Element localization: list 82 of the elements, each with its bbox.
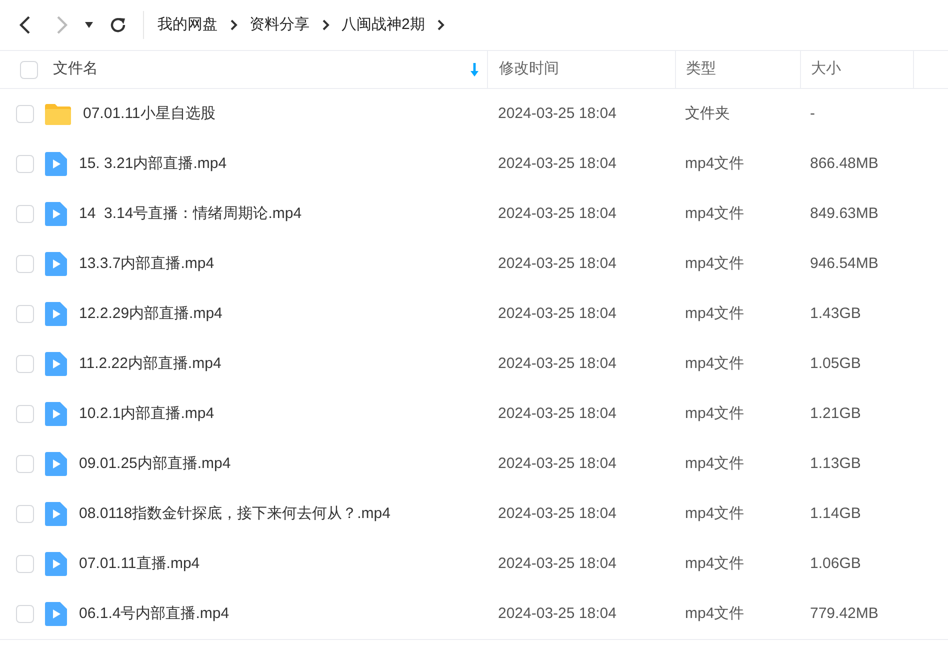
file-name[interactable]: 10.2.1内部直播.mp4 <box>79 402 214 426</box>
video-file-icon <box>45 552 67 576</box>
video-file-icon <box>45 352 67 376</box>
sort-arrow-icon[interactable] <box>470 62 479 76</box>
checkbox[interactable] <box>16 405 34 423</box>
video-file-icon <box>45 252 67 276</box>
table-cell-text: 1.06GB <box>809 554 862 574</box>
table-cell-text: 849.63MB <box>809 204 880 224</box>
checkbox[interactable] <box>20 60 38 78</box>
column-header[interactable]: 类型 <box>686 58 716 81</box>
file-name[interactable]: 15. 3.21内部直播.mp4 <box>79 152 227 176</box>
table-cell-text: mp4文件 <box>684 604 746 624</box>
file-name[interactable]: 06.1.4号内部直播.mp4 <box>79 602 230 626</box>
checkbox[interactable] <box>16 105 34 123</box>
table-cell-text: 2024-03-25 18:04 <box>497 154 618 174</box>
table-cell-text: 2024-03-25 18:04 <box>497 254 618 274</box>
checkbox[interactable] <box>16 155 34 173</box>
table-cell-text: 1.14GB <box>809 504 862 524</box>
video-file-icon <box>45 302 67 326</box>
table-cell-text: 2024-03-25 18:04 <box>497 454 618 474</box>
table-cell-text: 1.05GB <box>809 354 862 374</box>
file-name[interactable]: 14 3.14号直播：情绪周期论.mp4 <box>79 202 302 226</box>
history-dropdown[interactable] <box>84 21 94 29</box>
folder-icon <box>45 103 71 125</box>
file-name[interactable]: 08.0118指数金针探底，接下来何去何从？.mp4 <box>79 502 390 526</box>
video-file-icon <box>45 602 67 626</box>
column-header[interactable]: 大小 <box>811 58 841 81</box>
video-file-icon <box>45 152 67 176</box>
table-cell-text: mp4文件 <box>684 404 746 424</box>
checkbox[interactable] <box>16 305 34 323</box>
video-file-icon <box>45 502 67 526</box>
table-cell-text: 2024-03-25 18:04 <box>497 554 618 574</box>
table-cell-text: 2024-03-25 18:04 <box>497 354 618 374</box>
table-cell-text: mp4文件 <box>684 504 746 524</box>
table-cell-text: 2024-03-25 18:04 <box>497 104 618 124</box>
back-button[interactable] <box>18 15 32 35</box>
table-cell-text: mp4文件 <box>684 154 746 174</box>
table-cell-text: 1.43GB <box>809 304 862 324</box>
checkbox[interactable] <box>16 255 34 273</box>
chevron-icon <box>436 19 445 31</box>
file-name[interactable]: 11.2.22内部直播.mp4 <box>79 352 222 376</box>
table-cell-text: mp4文件 <box>684 204 746 224</box>
file-name[interactable]: 12.2.29内部直播.mp4 <box>79 302 222 326</box>
table-cell-text: mp4文件 <box>684 354 746 374</box>
table-cell-text: 2024-03-25 18:04 <box>497 604 618 624</box>
table-cell-text: 2024-03-25 18:04 <box>497 304 618 324</box>
table-cell-text: mp4文件 <box>684 454 746 474</box>
checkbox[interactable] <box>16 605 34 623</box>
file-name[interactable]: 07.01.11直播.mp4 <box>79 552 200 576</box>
table-cell-text: 1.21GB <box>809 404 862 424</box>
breadcrumb-link[interactable]: 资料分享 <box>250 14 310 36</box>
table-cell-text: 2024-03-25 18:04 <box>497 504 618 524</box>
table-cell-text: 946.54MB <box>809 254 880 274</box>
forward-button[interactable] <box>54 15 68 35</box>
checkbox[interactable] <box>16 355 34 373</box>
chevron-icon <box>322 19 330 31</box>
video-file-icon <box>45 452 67 476</box>
chevron-icon <box>230 19 238 31</box>
checkbox[interactable] <box>16 205 34 223</box>
checkbox[interactable] <box>16 555 34 573</box>
table-cell-text: mp4文件 <box>684 304 746 324</box>
table-cell-text: mp4文件 <box>684 554 746 574</box>
table-cell-text: - <box>809 104 816 124</box>
breadcrumb-link[interactable]: 我的网盘 <box>158 14 218 36</box>
table-cell-text: 2024-03-25 18:04 <box>497 204 618 224</box>
table-cell-text: 866.48MB <box>809 154 880 174</box>
checkbox[interactable] <box>16 505 34 523</box>
table-cell-text: mp4文件 <box>684 254 746 274</box>
breadcrumb-link[interactable]: 八闽战神2期 <box>342 14 425 36</box>
column-header[interactable]: 修改时间 <box>499 58 559 81</box>
table-cell-text: 文件夹 <box>684 104 731 124</box>
table-cell-text: 779.42MB <box>809 604 880 624</box>
table-cell-text: 1.13GB <box>809 454 862 474</box>
refresh-button[interactable] <box>108 16 126 34</box>
file-name[interactable]: 07.01.11小星自选股 <box>83 102 216 126</box>
video-file-icon <box>45 402 67 426</box>
video-file-icon <box>45 202 67 226</box>
checkbox[interactable] <box>16 455 34 473</box>
table-cell-text: 2024-03-25 18:04 <box>497 404 618 424</box>
column-header[interactable]: 文件名 <box>53 58 98 81</box>
file-name[interactable]: 09.01.25内部直播.mp4 <box>79 452 231 476</box>
file-name[interactable]: 13.3.7内部直播.mp4 <box>79 252 214 276</box>
